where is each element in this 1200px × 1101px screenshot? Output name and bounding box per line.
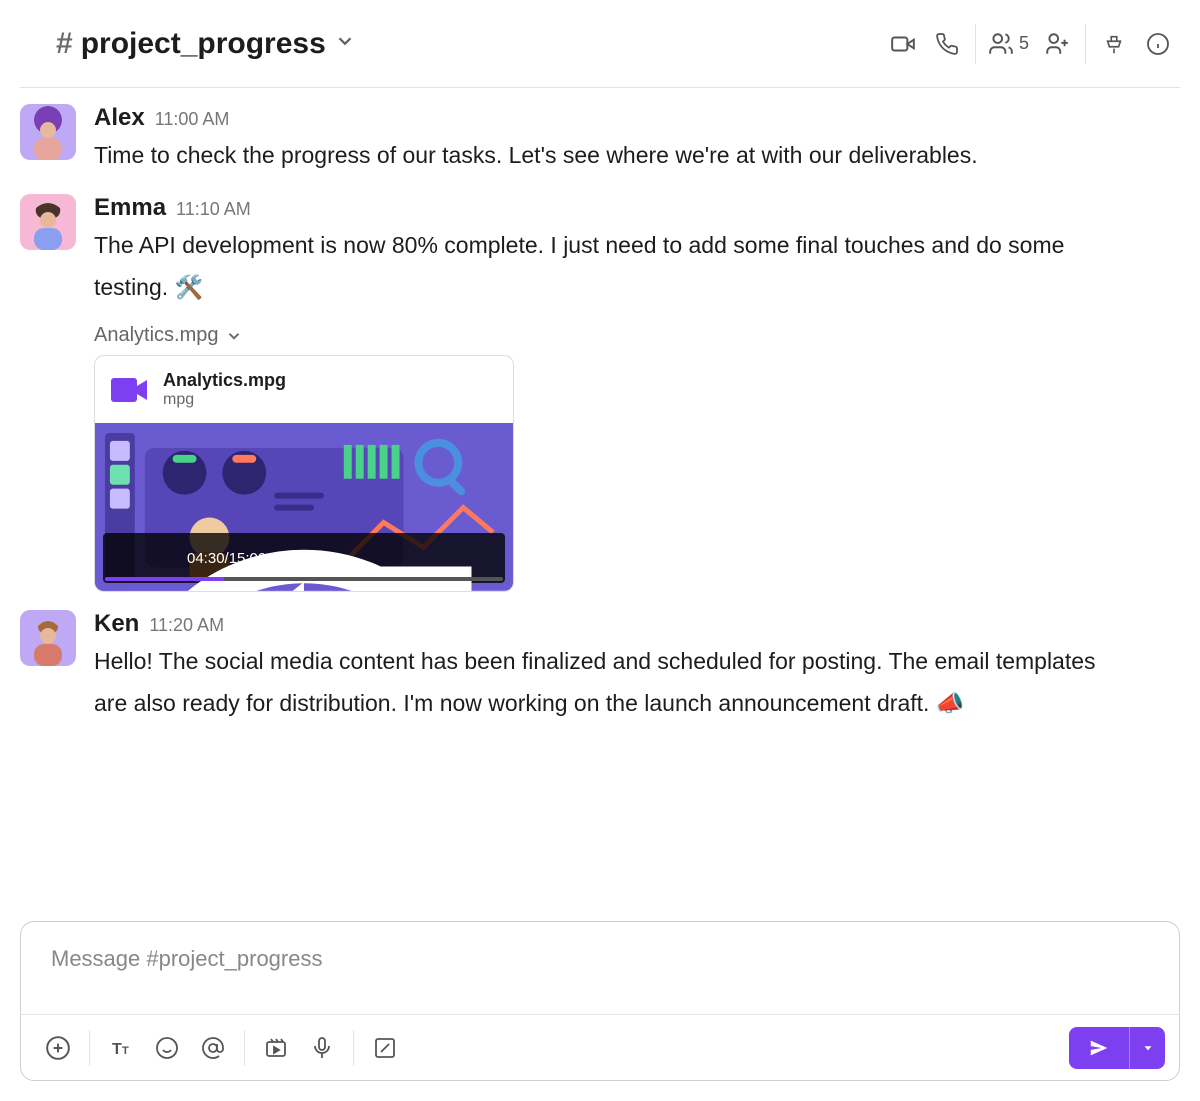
video-file-icon (111, 376, 149, 404)
avatar[interactable] (20, 194, 76, 250)
composer-toolbar: TT (21, 1014, 1179, 1080)
attachment-toggle[interactable]: Analytics.mpg (94, 324, 1180, 347)
hash-icon: # (56, 27, 73, 61)
pin-button[interactable] (1092, 22, 1136, 66)
avatar[interactable] (20, 610, 76, 666)
attach-button[interactable] (35, 1025, 81, 1071)
send-button[interactable] (1069, 1027, 1129, 1069)
emoji-button[interactable] (144, 1025, 190, 1071)
add-member-button[interactable] (1035, 22, 1079, 66)
channel-title-button[interactable]: # project_progress (20, 27, 356, 61)
message-author[interactable]: Emma (94, 194, 166, 222)
message-input[interactable]: Message #project_progress (21, 922, 1179, 1014)
channel-name: project_progress (81, 27, 326, 61)
send-options-button[interactable] (1129, 1027, 1165, 1069)
message-row: Ken 11:20 AM Hello! The social media con… (20, 604, 1180, 736)
svg-text:T: T (112, 1041, 122, 1058)
record-video-button[interactable] (253, 1025, 299, 1071)
message-text: Hello! The social media content has been… (94, 640, 1134, 724)
channel-header: # project_progress 5 (20, 0, 1180, 88)
attachment-header: Analytics.mpg mpg (95, 356, 513, 423)
message-body: Alex 11:00 AM Time to check the progress… (94, 104, 1180, 176)
message-list: Alex 11:00 AM Time to check the progress… (20, 88, 1180, 915)
members-button[interactable]: 5 (982, 22, 1035, 66)
attachment-label: Analytics.mpg (94, 324, 219, 347)
header-actions: 5 (881, 19, 1180, 69)
message-author[interactable]: Ken (94, 610, 139, 638)
message-row: Alex 11:00 AM Time to check the progress… (20, 98, 1180, 188)
record-audio-button[interactable] (299, 1025, 345, 1071)
message-text: Time to check the progress of our tasks.… (94, 134, 1134, 176)
video-progress[interactable] (105, 577, 503, 581)
message-author[interactable]: Alex (94, 104, 145, 132)
chevron-down-icon (225, 327, 243, 345)
message-body: Ken 11:20 AM Hello! The social media con… (94, 610, 1180, 724)
chat-app: # project_progress 5 (0, 0, 1200, 1101)
message-text: The API development is now 80% complete.… (94, 224, 1134, 308)
members-count: 5 (1019, 33, 1029, 54)
attachment-filename: Analytics.mpg (163, 370, 286, 391)
shortcuts-button[interactable] (362, 1025, 408, 1071)
mention-button[interactable] (190, 1025, 236, 1071)
fullscreen-button[interactable] (473, 546, 497, 570)
divider (975, 24, 976, 64)
format-button[interactable]: TT (98, 1025, 144, 1071)
avatar[interactable] (20, 104, 76, 160)
message-time: 11:10 AM (176, 199, 251, 220)
message-row: Emma 11:10 AM The API development is now… (20, 188, 1180, 604)
divider (1085, 24, 1086, 64)
video-thumbnail[interactable]: 04:30/15:00 (95, 423, 513, 591)
message-time: 11:20 AM (149, 615, 224, 636)
message-body: Emma 11:10 AM The API development is now… (94, 194, 1180, 592)
divider (244, 1030, 245, 1066)
message-time: 11:00 AM (155, 109, 230, 130)
divider (89, 1030, 90, 1066)
message-composer: Message #project_progress TT (20, 921, 1180, 1081)
audio-call-button[interactable] (925, 22, 969, 66)
divider (353, 1030, 354, 1066)
send-button-group (1069, 1027, 1165, 1069)
attachment-filetype: mpg (163, 391, 286, 409)
chevron-down-icon (334, 30, 356, 57)
svg-text:T: T (122, 1045, 129, 1057)
info-button[interactable] (1136, 22, 1180, 66)
attachment-card: Analytics.mpg mpg (94, 355, 514, 592)
video-player-bar: 04:30/15:00 (103, 533, 505, 583)
video-call-button[interactable] (881, 22, 925, 66)
